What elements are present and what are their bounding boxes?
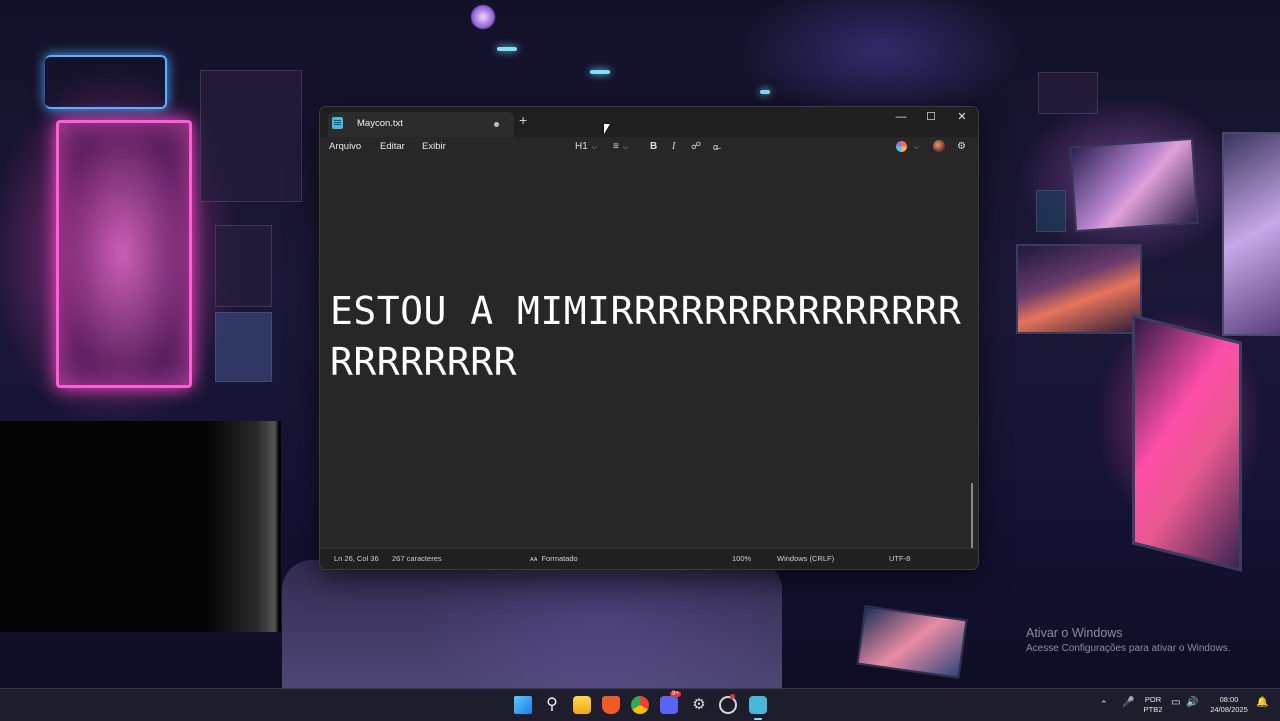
format-icon: ᴀᴀ xyxy=(530,554,538,563)
close-button[interactable]: ✕ xyxy=(947,107,977,127)
chrome-icon[interactable] xyxy=(631,696,649,714)
steam-icon[interactable]: ⚙ xyxy=(690,696,708,714)
maximize-button[interactable]: ☐ xyxy=(916,107,946,127)
copilot-icon[interactable] xyxy=(896,141,907,152)
character-count: 267 caracteres xyxy=(392,554,442,563)
activation-watermark: Ativar o Windows Acesse Configurações pa… xyxy=(1026,626,1231,654)
watermark-subtitle: Acesse Configurações para ativar o Windo… xyxy=(1026,643,1231,654)
wallpaper-light xyxy=(760,90,770,94)
app-icon[interactable] xyxy=(719,694,737,714)
menu-arquivo[interactable]: Arquivo xyxy=(329,141,361,152)
menu-editar[interactable]: Editar xyxy=(380,141,405,152)
chevron-down-icon: ⌵ xyxy=(591,144,598,151)
menu-toolbar: Arquivo Editar Exibir H1 ⌵ ≡ ⌵ B I ☍ α̶ ⌵ … xyxy=(320,137,978,158)
encoding[interactable]: UTF-8 xyxy=(889,554,910,563)
wallpaper-screen xyxy=(1036,190,1066,232)
discord-icon[interactable]: 9+ xyxy=(660,691,681,714)
chevron-up-icon[interactable]: ⌃ xyxy=(1100,699,1108,709)
volume-icon[interactable]: 🔊 xyxy=(1186,698,1198,708)
new-tab-button[interactable]: + xyxy=(519,113,527,127)
notepad-icon xyxy=(332,117,343,129)
heading-level: H1 xyxy=(575,141,588,152)
unsaved-indicator-icon xyxy=(494,122,499,127)
chevron-down-icon: ⌵ xyxy=(622,144,629,151)
windows-start-icon[interactable] xyxy=(514,696,532,714)
wallpaper-plasma-ball xyxy=(470,4,496,30)
list-icon: ≡ xyxy=(613,141,619,152)
language-indicator[interactable]: POR PTB2 xyxy=(1140,695,1166,715)
wallpaper-poster xyxy=(215,225,272,307)
notepad-window: Maycon.txt + — ☐ ✕ Arquivo Editar Exibir… xyxy=(319,106,979,570)
search-icon[interactable]: ⚲ xyxy=(543,696,561,714)
brave-icon[interactable] xyxy=(602,696,620,714)
taskbar: ⚲ 9+ ⚙ ⌃ 🎤 POR PTB2 ▭ 🔊 08:00 24/08/2025… xyxy=(0,688,1280,721)
wallpaper-poster xyxy=(215,312,272,382)
format-status[interactable]: ᴀᴀ Formatado xyxy=(530,554,578,563)
copilot-chevron-down-icon[interactable]: ⌵ xyxy=(910,139,919,156)
tab-title: Maycon.txt xyxy=(357,118,403,129)
discord-badge: 9+ xyxy=(670,691,681,697)
document-heading[interactable]: ESTOU A MIMIRRRRRRRRRRRRRRRRRRRRRRR xyxy=(330,286,970,388)
mouse-cursor xyxy=(604,124,610,134)
clock-date: 24/08/2025 xyxy=(1210,705,1248,714)
wallpaper-sign xyxy=(1038,72,1098,114)
list-dropdown[interactable]: ≡ ⌵ xyxy=(613,139,628,156)
wallpaper-neon-frame xyxy=(56,120,192,388)
tab-maycon[interactable]: Maycon.txt xyxy=(328,112,514,137)
clock-time: 08:00 xyxy=(1219,695,1239,704)
text-editor[interactable]: ESTOU A MIMIRRRRRRRRRRRRRRRRRRRRRRR xyxy=(320,158,978,567)
wallpaper-neon-sign xyxy=(45,55,167,109)
status-bar: Ln 26, Col 36 267 caracteres ᴀᴀ Formatado… xyxy=(320,548,978,569)
keyboard-label: PTB2 xyxy=(1143,705,1163,714)
watermark-title: Ativar o Windows xyxy=(1026,626,1123,640)
wallpaper-monitor xyxy=(1069,137,1199,233)
clock[interactable]: 08:00 24/08/2025 xyxy=(1206,695,1252,715)
wallpaper-monitor xyxy=(1132,314,1242,572)
wallpaper-light xyxy=(590,70,610,74)
avatar[interactable] xyxy=(933,140,945,152)
notifications-icon[interactable]: 🔔 xyxy=(1256,698,1268,708)
wallpaper-laptop xyxy=(856,605,968,679)
title-bar[interactable]: Maycon.txt + — ☐ ✕ xyxy=(320,107,978,137)
file-explorer-icon[interactable] xyxy=(573,696,591,714)
wallpaper-bed xyxy=(282,560,782,690)
heading-dropdown[interactable]: H1 ⌵ xyxy=(575,139,597,156)
bold-button[interactable]: B xyxy=(650,139,657,155)
zoom-level[interactable]: 100% xyxy=(732,554,751,563)
microphone-icon[interactable]: 🎤 xyxy=(1122,698,1134,708)
menu-exibir[interactable]: Exibir xyxy=(422,141,446,152)
line-ending[interactable]: Windows (CRLF) xyxy=(777,554,834,563)
black-overlay-window xyxy=(0,421,281,632)
notepad-icon[interactable] xyxy=(749,696,767,720)
gear-icon[interactable]: ⚙ xyxy=(957,139,966,155)
italic-button[interactable]: I xyxy=(672,139,675,155)
language-label: POR xyxy=(1144,695,1162,704)
wallpaper-shelf xyxy=(200,70,302,202)
wallpaper-monitor xyxy=(1222,132,1280,336)
network-icon[interactable]: ▭ xyxy=(1171,698,1180,708)
wallpaper-monitor xyxy=(1016,244,1142,334)
clear-format-icon[interactable]: α̶ xyxy=(713,139,718,155)
wallpaper-light xyxy=(497,47,517,51)
format-label: Formatado xyxy=(541,554,578,563)
cursor-position[interactable]: Ln 26, Col 36 xyxy=(334,554,379,563)
link-icon[interactable]: ☍ xyxy=(691,139,701,155)
minimize-button[interactable]: — xyxy=(886,107,916,127)
